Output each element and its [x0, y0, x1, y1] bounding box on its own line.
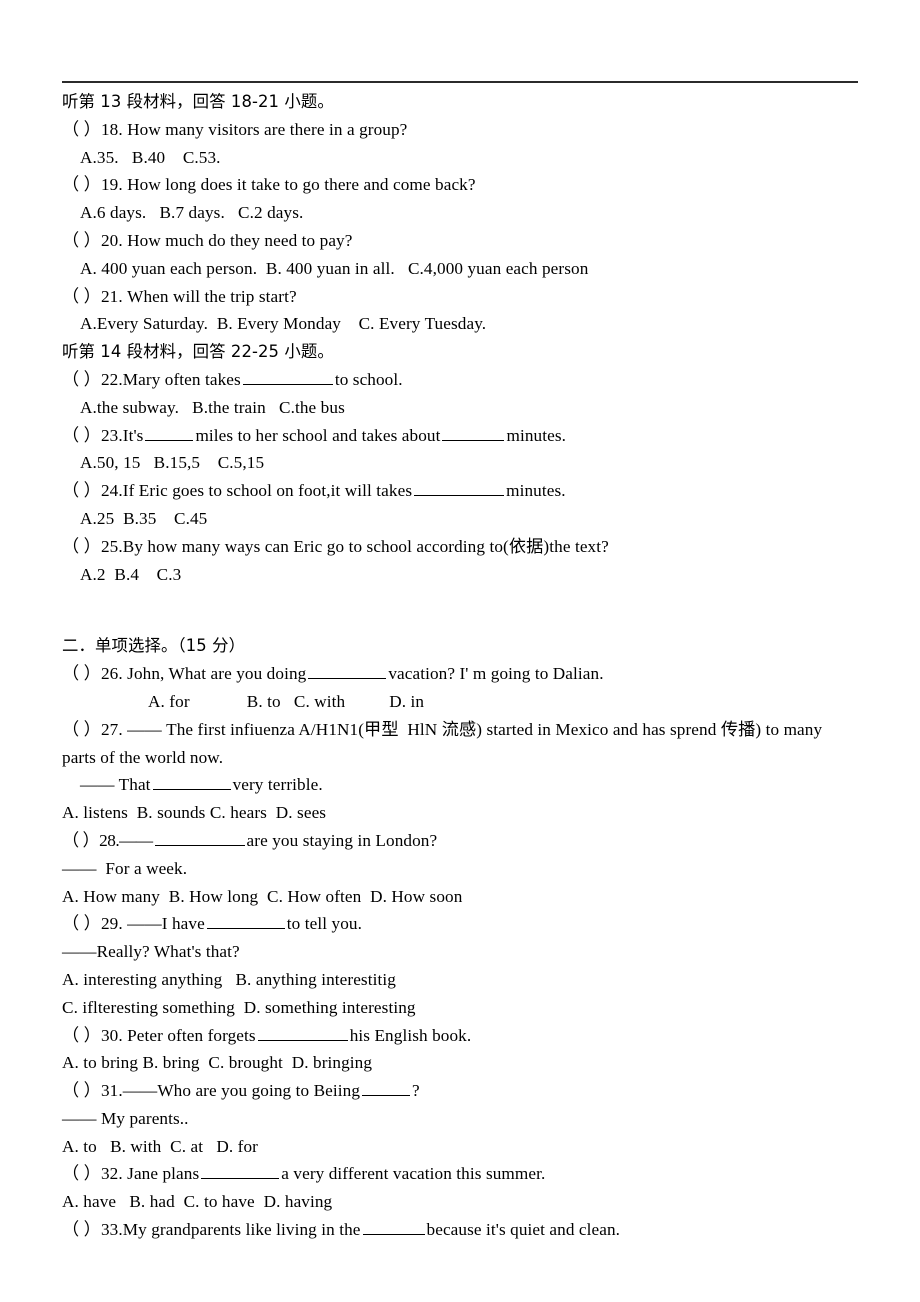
question-30-stem: （ ）30. Peter often forgets his English bo…	[62, 1022, 872, 1050]
question-24-options: A.25 B.35 C.45	[80, 508, 208, 528]
question-31-options: A. to B. with C. at D. for	[62, 1136, 258, 1156]
question-18-options: A.35. B.40 C.53.	[80, 147, 221, 167]
question-28-stem: （ ）28.—— are you staying in London?	[62, 827, 872, 855]
header-rule	[62, 81, 858, 83]
answer-blank	[308, 662, 387, 680]
question-23-stem: （ ）23.It's miles to her school and takes …	[62, 422, 872, 450]
question-27-stem-line1: （ ）27. —— The first infiuenza A/H1N1(甲型 …	[62, 719, 823, 739]
question-29-stem: （ ）29. ——I have to tell you.	[62, 910, 872, 938]
question-30-options: A. to bring B. bring C. brought D. bring…	[62, 1053, 373, 1073]
answer-blank	[414, 479, 505, 497]
answer-blank	[206, 913, 285, 930]
question-32-stem: （ ）32. Jane plans a very different vacati…	[62, 1160, 872, 1188]
question-24-stem-before: （ ）24.If Eric goes to school on foot,it …	[62, 481, 413, 501]
question-27-stem-line2: parts of the world now.	[62, 747, 224, 767]
answer-blank	[257, 1024, 348, 1041]
question-19-stem: （ ）19. How long does it take to go there…	[62, 175, 476, 195]
question-27-reply-before: —— That	[80, 775, 151, 795]
question-31-stem: （ ）31.——Who are you going to Beiing?	[62, 1077, 872, 1105]
question-19-options: A.6 days. B.7 days. C.2 days.	[80, 203, 304, 223]
question-23-stem-a: （ ）23.It's	[62, 425, 144, 445]
multiple-choice-heading: 二．单项选择。（15 分）	[62, 636, 246, 656]
answer-blank	[362, 1218, 425, 1236]
answer-blank	[145, 424, 194, 441]
question-25-stem: （ ）25.By how many ways can Eric go to sc…	[62, 536, 609, 556]
answer-blank	[201, 1163, 280, 1180]
question-32-options: A. have B. had C. to have D. having	[62, 1192, 333, 1212]
question-29-options-line1: A. interesting anything B. anything inte…	[62, 969, 396, 989]
question-18-stem: （ ）18. How many visitors are there in a …	[62, 119, 408, 139]
question-30-stem-before: （ ）30. Peter often forgets	[62, 1025, 256, 1045]
question-28-reply: —— For a week.	[62, 858, 188, 878]
question-28-stem-after: are you staying in London?	[246, 830, 438, 850]
question-29-reply: ——Really? What's that?	[62, 942, 240, 962]
question-26-stem: （ ）26. John, What are you doing vacation?…	[62, 660, 872, 688]
question-27-reply-after: very terrible.	[232, 775, 323, 795]
exam-page: 听第 13 段材料，回答 18-21 小题。 （ ）18. How many v…	[0, 0, 920, 1302]
question-27-reply: —— That very terrible.	[80, 771, 872, 799]
question-30-stem-after: his English book.	[349, 1025, 472, 1045]
question-22-stem-after: to school.	[334, 369, 403, 389]
question-31-reply: —— My parents..	[62, 1108, 189, 1128]
listening-section-14-heading: 听第 14 段材料，回答 22-25 小题。	[62, 342, 334, 362]
question-23-stem-c: minutes.	[506, 425, 567, 445]
question-31-stem-before: （ ）31.——Who are you going to Beiing	[62, 1081, 361, 1101]
question-27-options: A. listens B. sounds C. hears D. sees	[62, 803, 327, 823]
question-29-options-line2: C. iflteresting something D. something i…	[62, 997, 416, 1017]
listening-section-13-heading: 听第 13 段材料，回答 18-21 小题。	[62, 92, 334, 111]
document-body: 听第 13 段材料，回答 18-21 小题。 （ ）18. How many v…	[62, 88, 872, 1244]
question-33-stem-after: because it's quiet and clean.	[426, 1220, 621, 1240]
question-31-stem-after: ?	[412, 1081, 420, 1101]
question-22-options: A.the subway. B.the train C.the bus	[80, 397, 345, 417]
question-26-stem-before: （ ）26. John, What are you doing	[62, 664, 307, 684]
question-20-options: A. 400 yuan each person. B. 400 yuan in …	[80, 258, 589, 278]
question-21-options: A.Every Saturday. B. Every Monday C. Eve…	[80, 314, 487, 334]
question-29-stem-after: to tell you.	[286, 914, 362, 934]
question-24-stem-after: minutes.	[506, 481, 566, 501]
answer-blank	[362, 1079, 411, 1097]
question-22-stem: （ ）22.Mary often takes to school.	[62, 366, 872, 394]
answer-blank	[152, 774, 231, 791]
question-26-options: A. for B. to C. with D. in	[148, 691, 425, 711]
question-23-options: A.50, 15 B.15,5 C.5,15	[80, 453, 265, 473]
question-33-stem-before: （ ）33.My grandparents like living in the	[62, 1220, 361, 1240]
question-23-stem-b: miles to her school and takes about	[195, 425, 441, 445]
question-26-stem-after: vacation? I' m going to Dalian.	[388, 664, 604, 684]
question-29-stem-before: （ ）29. ——I have	[62, 914, 205, 934]
question-33-stem: （ ）33.My grandparents like living in the…	[62, 1216, 872, 1244]
question-28-options: A. How many B. How long C. How often D. …	[62, 886, 463, 906]
question-32-stem-before: （ ）32. Jane plans	[62, 1164, 200, 1184]
question-21-stem: （ ）21. When will the trip start?	[62, 286, 297, 306]
answer-blank	[154, 829, 245, 846]
answer-blank	[442, 424, 505, 441]
question-24-stem: （ ）24.If Eric goes to school on foot,it …	[62, 477, 872, 505]
question-22-stem-before: （ ）22.Mary often takes	[62, 369, 241, 389]
answer-blank	[242, 368, 333, 385]
question-20-stem: （ ）20. How much do they need to pay?	[62, 230, 353, 250]
question-25-options: A.2 B.4 C.3	[80, 564, 182, 584]
question-28-stem-before: （ ）28.——	[62, 830, 153, 850]
question-32-stem-after: a very different vacation this summer.	[281, 1164, 546, 1184]
